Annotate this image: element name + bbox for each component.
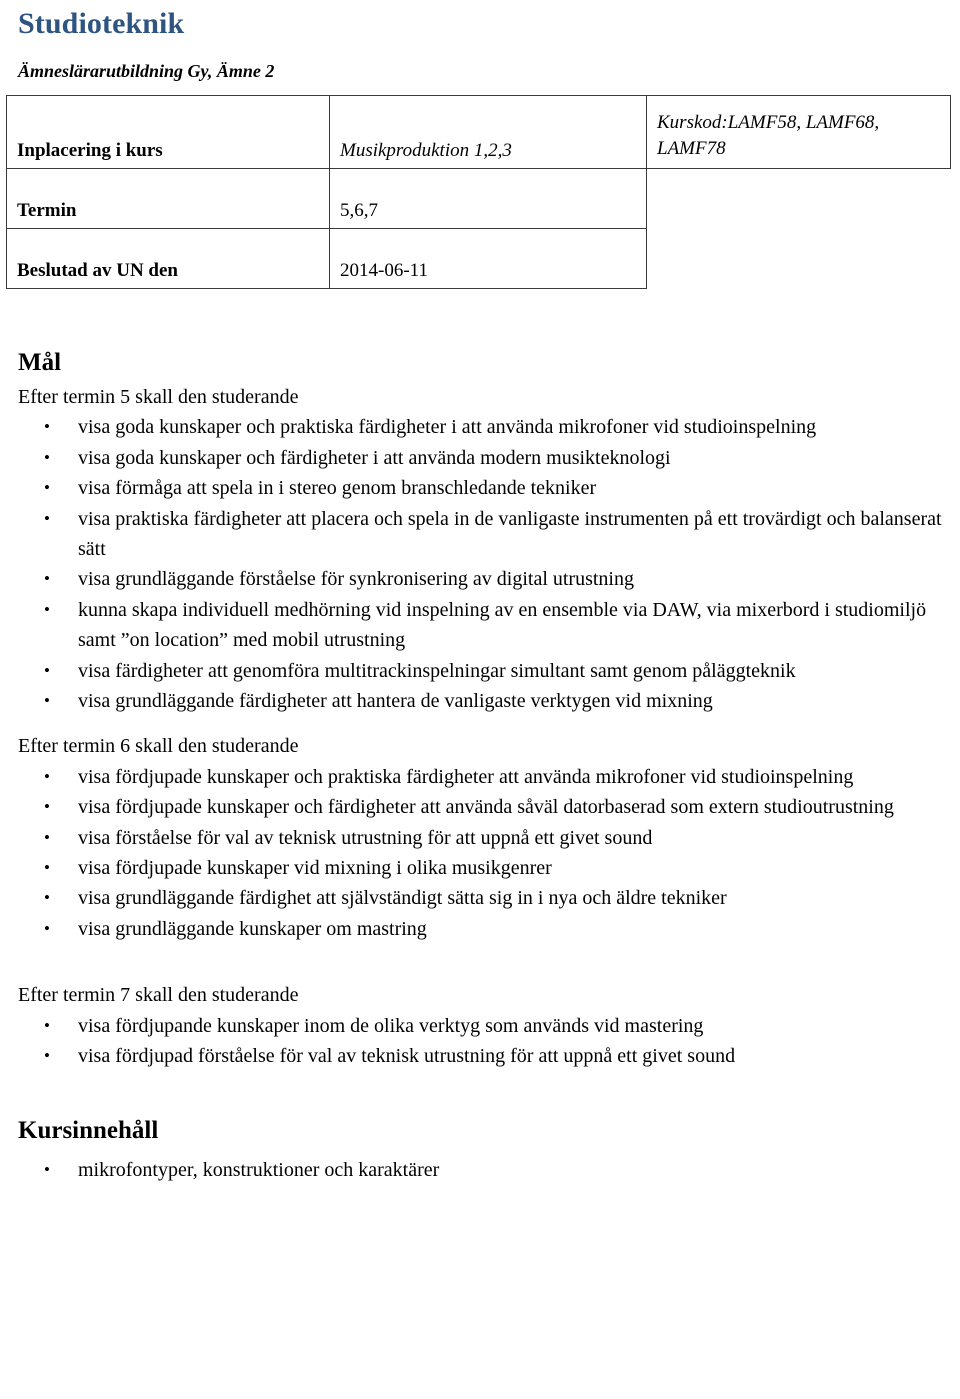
list-item: visa fördjupade kunskaper och färdighete… [18, 792, 952, 823]
goals-section: Mål Efter termin 5 skall den studerande … [18, 349, 952, 1072]
list-item: visa fördjupad förståelse för val av tek… [18, 1041, 952, 1072]
info-value-termin: 5,6,7 [329, 167, 647, 229]
goals-heading: Mål [18, 348, 62, 376]
list-item: visa grundläggande kunskaper om mastring [18, 914, 952, 945]
goals-lead-termin6: Efter termin 6 skall den studerande [18, 735, 299, 758]
list-item: visa färdigheter att genomföra multitrac… [18, 656, 952, 687]
list-item: visa grundläggande färdigheter att hante… [18, 686, 952, 717]
course-content-heading: Kursinnehåll [18, 1117, 159, 1145]
list-item: kunna skapa individuell medhörning vid i… [18, 595, 952, 656]
goals-list-termin7: visa fördjupande kunskaper inom de olika… [18, 1011, 952, 1072]
info-label-termin: Termin [6, 167, 330, 229]
page-title: Studioteknik [18, 7, 185, 40]
info-value-inplacering: Musikproduktion 1,2,3 [329, 95, 647, 169]
info-label-beslutad: Beslutad av UN den [6, 227, 330, 289]
info-empty-cell [647, 228, 951, 288]
goals-lead-termin5: Efter termin 5 skall den studerande [18, 386, 299, 409]
course-content-section: Kursinnehåll mikrofontyper, konstruktion… [18, 1117, 952, 1185]
programme-subtitle: Ämneslärarutbildning Gy, Ämne 2 [18, 60, 275, 81]
goals-list-termin5: visa goda kunskaper och praktiska färdig… [18, 412, 952, 716]
info-empty-cell [647, 168, 951, 228]
list-item: visa grundläggande färdighet att självst… [18, 883, 952, 914]
list-item: visa fördjupade kunskaper vid mixning i … [18, 853, 952, 884]
list-item: visa goda kunskaper och färdigheter i at… [18, 443, 952, 474]
list-item: visa förmåga att spela in i stereo genom… [18, 473, 952, 504]
info-label-inplacering: Inplacering i kurs [6, 95, 330, 169]
list-item: visa praktiska färdigheter att placera o… [18, 504, 952, 565]
info-value-beslutad: 2014-06-11 [329, 227, 647, 289]
goals-list-termin6: visa fördjupade kunskaper och praktiska … [18, 762, 952, 945]
table-row: Inplacering i kurs Musikproduktion 1,2,3… [6, 95, 951, 169]
course-content-list: mikrofontyper, konstruktioner och karakt… [18, 1155, 952, 1186]
list-item: visa fördjupade kunskaper och praktiska … [18, 762, 952, 793]
list-item: visa grundläggande förståelse för synkro… [18, 564, 952, 595]
list-item: visa fördjupande kunskaper inom de olika… [18, 1011, 952, 1042]
document-page: Studioteknik Ämneslärarutbildning Gy, Äm… [0, 8, 960, 1399]
info-value-kurskod: Kurskod:LAMF58, LAMF68, LAMF78 [646, 95, 951, 169]
list-item: visa goda kunskaper och praktiska färdig… [18, 412, 952, 443]
table-row: Termin 5,6,7 [6, 167, 951, 229]
list-item: mikrofontyper, konstruktioner och karakt… [18, 1155, 952, 1186]
course-info-table: Inplacering i kurs Musikproduktion 1,2,3… [6, 95, 951, 289]
goals-lead-termin7: Efter termin 7 skall den studerande [18, 984, 299, 1007]
table-row: Beslutad av UN den 2014-06-11 [6, 227, 951, 289]
list-item: visa förståelse för val av teknisk utrus… [18, 823, 952, 854]
